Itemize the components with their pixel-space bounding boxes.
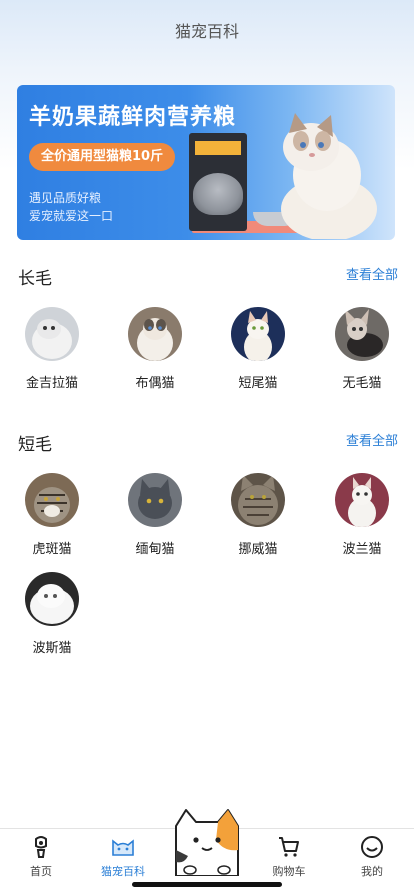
short-hair-see-all-link[interactable]: 查看全部 [346, 430, 398, 449]
breed-avatar [231, 307, 285, 361]
breed-avatar [25, 473, 79, 527]
breed-name: 波兰猫 [342, 542, 382, 557]
breed-name: 无毛猫 [342, 376, 382, 391]
tab-encyclopedia[interactable]: 猫宠百科 [93, 835, 153, 879]
cart-icon [279, 837, 299, 857]
ragdoll-cat-image [281, 113, 377, 239]
breed-item-ragdoll[interactable]: 布偶猫 [115, 307, 195, 391]
banner-headline: 羊奶果蔬鲜肉营养粮 [29, 105, 237, 130]
breed-item-polish[interactable]: 波兰猫 [322, 473, 402, 557]
breed-avatar [128, 473, 182, 527]
breed-item-persian[interactable]: 波斯猫 [12, 572, 92, 656]
breed-name: 短尾猫 [238, 376, 278, 391]
breed-item-chinchilla[interactable]: 金吉拉猫 [12, 307, 92, 391]
breed-avatar [25, 572, 79, 626]
long-hair-see-all-link[interactable]: 查看全部 [346, 264, 398, 283]
breed-name: 虎斑猫 [32, 542, 72, 557]
tab-home[interactable]: 首页 [11, 835, 71, 879]
breed-avatar [335, 307, 389, 361]
section-title-short-hair: 短毛 [18, 435, 52, 455]
section-title-long-hair: 长毛 [18, 269, 52, 289]
home-indicator[interactable] [132, 882, 282, 887]
tab-profile[interactable]: 我的 [342, 835, 402, 879]
breed-name: 挪威猫 [238, 542, 278, 557]
tab-label: 购物车 [272, 865, 306, 878]
breed-item-sphynx[interactable]: 无毛猫 [322, 307, 402, 391]
breed-item-norwegian[interactable]: 挪威猫 [218, 473, 298, 557]
breed-avatar [128, 307, 182, 361]
home-icon [35, 836, 47, 858]
breed-avatar [25, 307, 79, 361]
cat-mascot-icon [175, 809, 239, 876]
breed-avatar [335, 473, 389, 527]
breed-name: 布偶猫 [135, 376, 175, 391]
breed-avatar [231, 473, 285, 527]
breed-item-bobtail[interactable]: 短尾猫 [218, 307, 298, 391]
tab-label: 我的 [361, 865, 383, 878]
breed-name: 金吉拉猫 [25, 376, 78, 391]
breed-name: 波斯猫 [32, 641, 72, 656]
banner-subtitle-2: 爱宠就爱这一口 [29, 209, 114, 223]
smile-icon [361, 836, 383, 858]
breed-name: 缅甸猫 [135, 542, 175, 557]
tab-label: 猫宠百科 [101, 865, 145, 878]
breed-item-burmese[interactable]: 缅甸猫 [115, 473, 195, 557]
tab-cart[interactable]: 购物车 [259, 835, 319, 879]
breed-item-tabby[interactable]: 虎斑猫 [12, 473, 92, 557]
promo-banner[interactable]: 羊奶果蔬鲜肉营养粮 全价通用型猫粮10斤 遇见品质好粮 爱宠就爱这一口 [17, 85, 395, 240]
banner-subtitle-1: 遇见品质好粮 [29, 191, 102, 205]
tab-label: 首页 [30, 865, 52, 878]
banner-pill: 全价通用型猫粮10斤 [29, 143, 176, 171]
cat-face-icon [112, 839, 134, 856]
cat-food-bag-image [189, 133, 247, 231]
page-title: 猫宠百科 [174, 22, 239, 41]
